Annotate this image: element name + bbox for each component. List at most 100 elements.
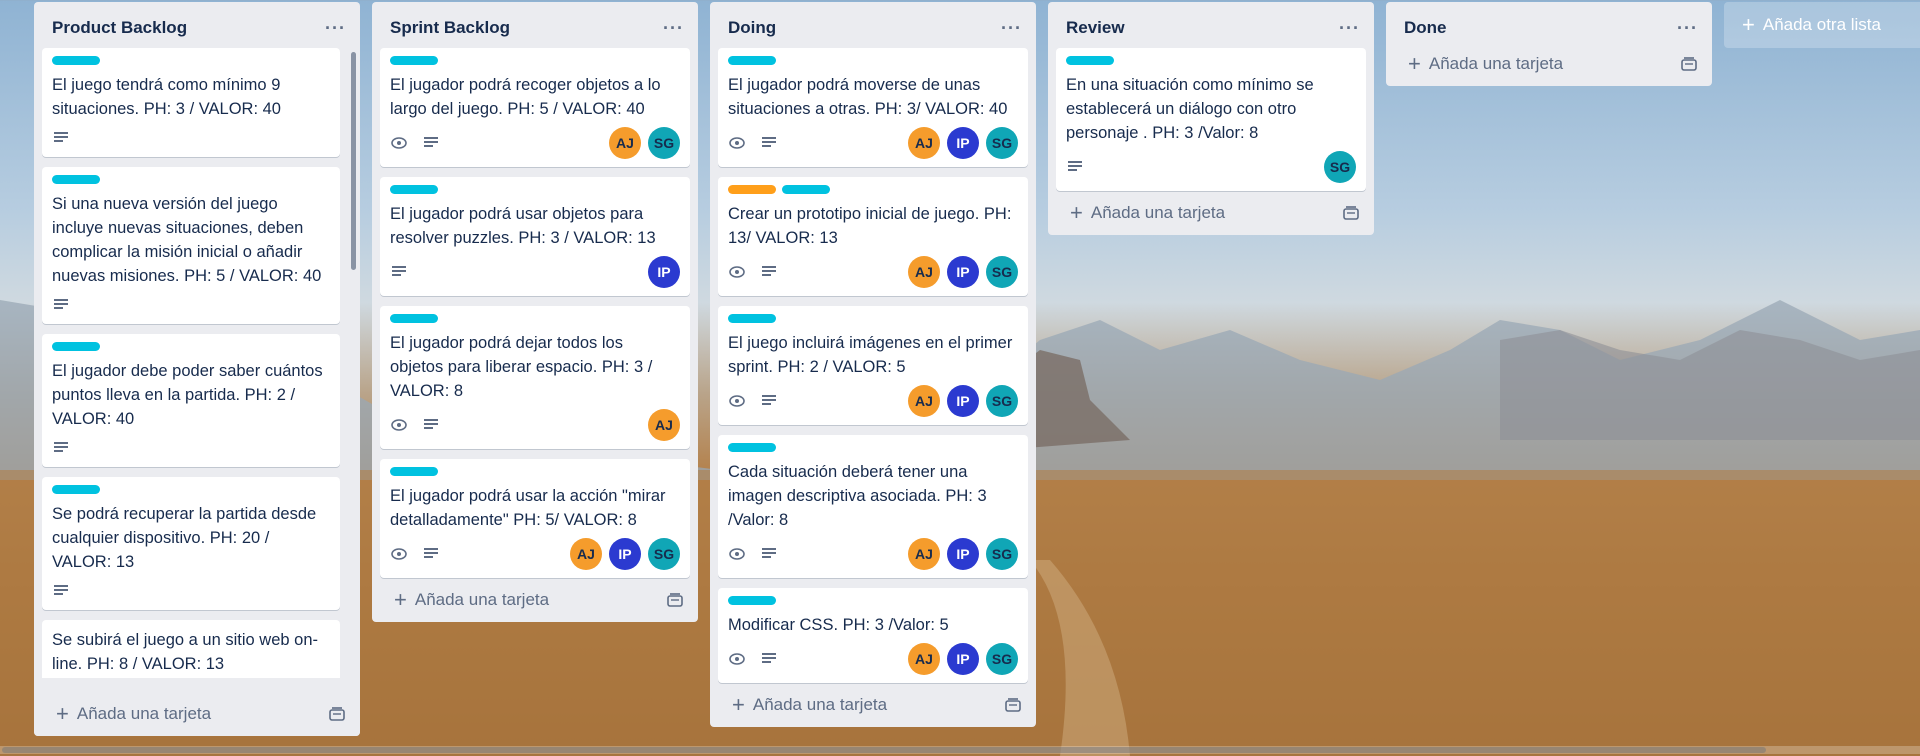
card[interactable]: Se podrá recuperar la partida desde cual… bbox=[42, 477, 340, 610]
list-title[interactable]: Product Backlog bbox=[52, 18, 187, 38]
member-avatar[interactable]: IP bbox=[648, 256, 680, 288]
card[interactable]: El jugador podrá moverse de unas situaci… bbox=[718, 48, 1028, 167]
horizontal-scrollbar-thumb[interactable] bbox=[2, 747, 1766, 753]
card[interactable]: El jugador podrá dejar todos los objetos… bbox=[380, 306, 690, 449]
card-title: El jugador debe poder saber cuántos punt… bbox=[52, 362, 323, 428]
card-template-icon[interactable] bbox=[328, 705, 346, 723]
list-menu-icon[interactable]: ··· bbox=[663, 18, 684, 39]
card-title: El jugador podrá moverse de unas situaci… bbox=[728, 76, 1008, 118]
list-menu-icon[interactable]: ··· bbox=[325, 18, 346, 39]
card-title: Se subirá el juego a un sitio web on-lin… bbox=[52, 631, 318, 673]
add-card-button[interactable]: + Añada una tarjeta bbox=[1048, 191, 1374, 235]
member-avatar[interactable]: SG bbox=[986, 385, 1018, 417]
description-icon bbox=[52, 129, 70, 147]
plus-icon: + bbox=[1742, 12, 1755, 37]
card-label bbox=[1066, 56, 1114, 65]
list-menu-icon[interactable]: ··· bbox=[1001, 18, 1022, 39]
list-header: Review ··· bbox=[1048, 2, 1374, 48]
card-label bbox=[728, 314, 776, 323]
card[interactable]: El juego incluirá imágenes en el primer … bbox=[718, 306, 1028, 425]
horizontal-scrollbar[interactable] bbox=[0, 746, 1920, 754]
add-card-button[interactable]: + Añada una tarjeta bbox=[710, 683, 1036, 727]
member-avatar[interactable]: AJ bbox=[908, 256, 940, 288]
member-avatar[interactable]: IP bbox=[947, 127, 979, 159]
member-avatar[interactable]: AJ bbox=[908, 643, 940, 675]
member-avatar[interactable]: IP bbox=[947, 256, 979, 288]
card-template-icon[interactable] bbox=[666, 591, 684, 609]
card-template-icon[interactable] bbox=[1342, 204, 1360, 222]
list-title[interactable]: Sprint Backlog bbox=[390, 18, 510, 38]
list-header: Done ··· bbox=[1386, 2, 1712, 48]
card-title: Si una nueva versión del juego incluye n… bbox=[52, 195, 322, 285]
add-list-label: Añada otra lista bbox=[1762, 15, 1881, 34]
member-avatar[interactable]: SG bbox=[648, 127, 680, 159]
description-icon bbox=[52, 296, 70, 314]
card[interactable]: El jugador podrá usar objetos para resol… bbox=[380, 177, 690, 296]
member-avatar[interactable]: SG bbox=[986, 643, 1018, 675]
watch-icon bbox=[728, 650, 746, 668]
member-avatar[interactable]: AJ bbox=[648, 409, 680, 441]
card-title: El jugador podrá recoger objetos a lo la… bbox=[390, 76, 661, 118]
card[interactable]: El jugador podrá usar la acción "mirar d… bbox=[380, 459, 690, 578]
member-avatar[interactable]: SG bbox=[986, 127, 1018, 159]
list-title[interactable]: Review bbox=[1066, 18, 1125, 38]
card-list: El juego tendrá como mínimo 9 situacione… bbox=[34, 48, 360, 678]
add-card-label: Añada una tarjeta bbox=[1090, 203, 1226, 222]
member-avatar[interactable]: SG bbox=[986, 256, 1018, 288]
card-template-icon[interactable] bbox=[1680, 55, 1698, 73]
card-title: Modificar CSS. PH: 3 /Valor: 5 bbox=[728, 616, 949, 634]
member-avatar[interactable]: IP bbox=[609, 538, 641, 570]
member-avatar[interactable]: AJ bbox=[908, 538, 940, 570]
card[interactable]: En una situación como mínimo se establec… bbox=[1056, 48, 1366, 191]
add-card-button[interactable]: + Añada una tarjeta bbox=[34, 692, 360, 736]
member-avatar[interactable]: SG bbox=[986, 538, 1018, 570]
add-list-button[interactable]: + Añada otra lista bbox=[1724, 2, 1920, 48]
card-label bbox=[390, 314, 438, 323]
list-menu-icon[interactable]: ··· bbox=[1339, 18, 1360, 39]
member-avatar[interactable]: IP bbox=[947, 385, 979, 417]
list-menu-icon[interactable]: ··· bbox=[1677, 18, 1698, 39]
member-avatar[interactable]: AJ bbox=[570, 538, 602, 570]
member-avatar[interactable]: IP bbox=[947, 643, 979, 675]
watch-icon bbox=[728, 134, 746, 152]
member-avatar[interactable]: SG bbox=[648, 538, 680, 570]
list-title[interactable]: Done bbox=[1404, 18, 1447, 38]
card-label bbox=[782, 185, 830, 194]
card-list: El jugador podrá moverse de unas situaci… bbox=[710, 48, 1036, 683]
watch-icon bbox=[728, 263, 746, 281]
card[interactable]: Modificar CSS. PH: 3 /Valor: 5 AJ IP SG bbox=[718, 588, 1028, 683]
card-label bbox=[390, 185, 438, 194]
card[interactable]: El juego tendrá como mínimo 9 situacione… bbox=[42, 48, 340, 157]
add-card-label: Añada una tarjeta bbox=[1428, 54, 1564, 73]
card-title: El jugador podrá dejar todos los objetos… bbox=[390, 334, 653, 400]
list-product-backlog: Product Backlog ··· El juego tendrá como… bbox=[34, 2, 360, 736]
card[interactable]: El jugador debe poder saber cuántos punt… bbox=[42, 334, 340, 467]
card[interactable]: Cada situación deberá tener una imagen d… bbox=[718, 435, 1028, 578]
add-card-label: Añada una tarjeta bbox=[414, 590, 550, 609]
card[interactable]: El jugador podrá recoger objetos a lo la… bbox=[380, 48, 690, 167]
card-template-icon[interactable] bbox=[1004, 696, 1022, 714]
member-avatar[interactable]: SG bbox=[1324, 151, 1356, 183]
member-avatar[interactable]: AJ bbox=[908, 385, 940, 417]
description-icon bbox=[1066, 158, 1084, 176]
member-avatar[interactable]: IP bbox=[947, 538, 979, 570]
list-scrollbar[interactable] bbox=[351, 52, 356, 270]
description-icon bbox=[760, 392, 778, 410]
card[interactable]: Si una nueva versión del juego incluye n… bbox=[42, 167, 340, 324]
description-icon bbox=[52, 439, 70, 457]
card-label bbox=[728, 443, 776, 452]
member-avatar[interactable]: AJ bbox=[609, 127, 641, 159]
list-title[interactable]: Doing bbox=[728, 18, 776, 38]
description-icon bbox=[760, 263, 778, 281]
add-card-button[interactable]: + Añada una tarjeta bbox=[372, 578, 698, 622]
card[interactable]: Crear un prototipo inicial de juego. PH:… bbox=[718, 177, 1028, 296]
card[interactable]: Se subirá el juego a un sitio web on-lin… bbox=[42, 620, 340, 678]
watch-icon bbox=[728, 545, 746, 563]
watch-icon bbox=[390, 416, 408, 434]
plus-icon: + bbox=[56, 701, 69, 726]
description-icon bbox=[760, 545, 778, 563]
card-title: Crear un prototipo inicial de juego. PH:… bbox=[728, 205, 1012, 247]
add-card-button[interactable]: + Añada una tarjeta bbox=[1386, 48, 1712, 86]
description-icon bbox=[390, 263, 408, 281]
member-avatar[interactable]: AJ bbox=[908, 127, 940, 159]
